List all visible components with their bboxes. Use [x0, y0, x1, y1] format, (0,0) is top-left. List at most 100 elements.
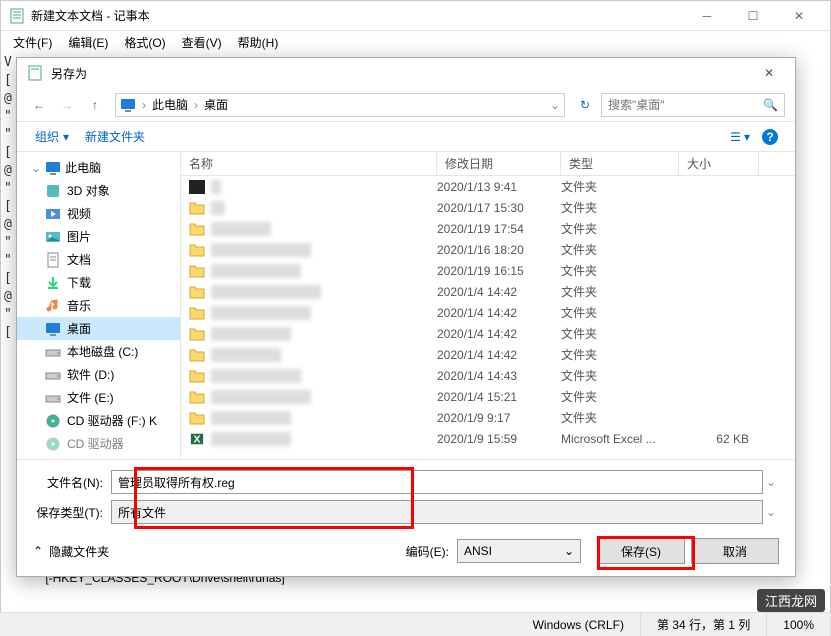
file-type: Microsoft Excel ... — [561, 432, 679, 446]
view-options-button[interactable]: ☰ ▾ — [725, 125, 755, 149]
save-button[interactable]: 保存(S) — [597, 538, 685, 564]
filename-label: 文件名(N): — [33, 474, 111, 491]
chevron-right-icon: › — [192, 98, 200, 112]
menu-edit[interactable]: 编辑(E) — [60, 32, 116, 53]
file-list-area: 名称 修改日期 类型 大小 2020/1/13 9:41 文件夹 2020/1/… — [181, 152, 795, 459]
video-icon — [45, 206, 61, 222]
blurred-filename — [211, 180, 221, 194]
file-row[interactable]: 2020/1/4 14:42 文件夹 — [181, 323, 795, 344]
menu-view[interactable]: 查看(V) — [174, 32, 230, 53]
encoding-select[interactable]: ANSI ⌄ — [457, 539, 581, 563]
close-button[interactable]: ✕ — [776, 1, 822, 31]
cd-icon — [45, 413, 61, 429]
sidebar-item-3d[interactable]: 3D 对象 — [17, 179, 180, 202]
blurred-filename — [211, 327, 291, 341]
cancel-button[interactable]: 取消 — [691, 538, 779, 564]
folder-icon — [189, 201, 205, 215]
file-row[interactable]: 2020/1/4 14:43 文件夹 — [181, 365, 795, 386]
file-type: 文件夹 — [561, 304, 679, 321]
search-input[interactable] — [608, 98, 763, 112]
menu-help[interactable]: 帮助(H) — [230, 32, 287, 53]
dialog-close-button[interactable]: ✕ — [753, 62, 785, 84]
file-row[interactable]: 2020/1/9 9:17 文件夹 — [181, 407, 795, 428]
new-folder-button[interactable]: 新建文件夹 — [77, 124, 153, 149]
sidebar-item-music[interactable]: 音乐 — [17, 294, 180, 317]
file-row[interactable]: 2020/1/4 14:42 文件夹 — [181, 302, 795, 323]
breadcrumb-item[interactable]: 此电脑 — [148, 96, 192, 113]
file-date: 2020/1/17 15:30 — [437, 201, 561, 215]
nav-row: ← → ↑ › 此电脑 › 桌面 ⌄ ↻ 🔍 — [17, 88, 795, 122]
main-titlebar: 新建文本文档 - 记事本 ─ ☐ ✕ — [1, 1, 830, 31]
sidebar-item-documents[interactable]: 文档 — [17, 248, 180, 271]
menu-file[interactable]: 文件(F) — [5, 32, 60, 53]
back-button[interactable]: ← — [27, 93, 51, 117]
file-date: 2020/1/4 14:42 — [437, 327, 561, 341]
file-row[interactable]: 2020/1/19 16:15 文件夹 — [181, 260, 795, 281]
breadcrumb[interactable]: › 此电脑 › 桌面 ⌄ — [115, 93, 565, 117]
maximize-button[interactable]: ☐ — [730, 1, 776, 31]
file-date: 2020/1/4 14:42 — [437, 285, 561, 299]
sidebar-item-drive-c[interactable]: 本地磁盘 (C:) — [17, 340, 180, 363]
folder-icon — [189, 222, 205, 236]
file-list[interactable]: 2020/1/13 9:41 文件夹 2020/1/17 15:30 文件夹 2… — [181, 176, 795, 459]
statusbar: Windows (CRLF) 第 34 行，第 1 列 100% — [0, 612, 831, 636]
sidebar-item-desktop[interactable]: 桌面 — [17, 317, 180, 340]
watermark: 江西龙网 — [757, 589, 825, 612]
chevron-right-icon: › — [140, 98, 148, 112]
help-button[interactable]: ? — [755, 125, 785, 149]
drive-icon — [45, 367, 61, 383]
column-name[interactable]: 名称 — [181, 152, 437, 175]
excel-icon: X — [189, 432, 205, 446]
sidebar-item-drive-e[interactable]: 文件 (E:) — [17, 386, 180, 409]
sidebar[interactable]: ⌄ 此电脑 3D 对象 视频 图片 文档 下载 音乐 桌面 本地磁盘 (C:) … — [17, 152, 181, 459]
file-row[interactable]: X 2020/1/9 15:59 Microsoft Excel ... 62 … — [181, 428, 795, 449]
filetype-select[interactable]: 所有文件 — [111, 500, 763, 524]
search-icon[interactable]: 🔍 — [763, 98, 778, 112]
up-button[interactable]: ↑ — [83, 93, 107, 117]
file-row[interactable]: 2020/1/17 15:30 文件夹 — [181, 197, 795, 218]
file-date: 2020/1/4 15:21 — [437, 390, 561, 404]
status-zoom: 100% — [767, 613, 831, 636]
chevron-up-icon: ⌃ — [33, 544, 43, 558]
sidebar-item-cd[interactable]: CD 驱动器 — [17, 432, 180, 455]
breadcrumb-item[interactable]: 桌面 — [200, 96, 232, 113]
column-type[interactable]: 类型 — [561, 152, 679, 175]
organize-button[interactable]: 组织 ▾ — [27, 124, 77, 149]
file-type: 文件夹 — [561, 346, 679, 363]
column-size[interactable]: 大小 — [679, 152, 759, 175]
filename-input[interactable] — [111, 470, 763, 494]
sidebar-item-cd-f[interactable]: CD 驱动器 (F:) K — [17, 409, 180, 432]
menu-format[interactable]: 格式(O) — [116, 32, 173, 53]
file-row[interactable]: 2020/1/4 14:42 文件夹 — [181, 281, 795, 302]
svg-text:X: X — [193, 433, 200, 445]
blurred-filename — [211, 369, 301, 383]
sidebar-item-videos[interactable]: 视频 — [17, 202, 180, 225]
file-date: 2020/1/16 18:20 — [437, 243, 561, 257]
folder-icon — [189, 348, 205, 362]
column-date[interactable]: 修改日期 — [437, 152, 561, 175]
blurred-filename — [211, 222, 271, 236]
search-box[interactable]: 🔍 — [601, 93, 785, 117]
file-row[interactable]: 2020/1/4 14:42 文件夹 — [181, 344, 795, 365]
sidebar-this-pc[interactable]: ⌄ 此电脑 — [17, 156, 180, 179]
chevron-down-icon[interactable]: ⌄ — [763, 505, 779, 519]
hide-folders-toggle[interactable]: ⌃ 隐藏文件夹 — [33, 543, 109, 560]
folder-icon — [189, 411, 205, 425]
minimize-button[interactable]: ─ — [684, 1, 730, 31]
forward-button[interactable]: → — [55, 93, 79, 117]
sidebar-item-pictures[interactable]: 图片 — [17, 225, 180, 248]
file-date: 2020/1/4 14:42 — [437, 306, 561, 320]
file-row[interactable]: 2020/1/13 9:41 文件夹 — [181, 176, 795, 197]
chevron-down-icon[interactable]: ⌄ — [550, 98, 560, 112]
file-row[interactable]: 2020/1/19 17:54 文件夹 — [181, 218, 795, 239]
sidebar-item-drive-d[interactable]: 软件 (D:) — [17, 363, 180, 386]
sidebar-item-downloads[interactable]: 下载 — [17, 271, 180, 294]
file-date: 2020/1/19 16:15 — [437, 264, 561, 278]
dialog-bottom: 文件名(N): ⌄ 保存类型(T): 所有文件 ⌄ ⌃ 隐藏文件夹 编码(E):… — [17, 459, 795, 576]
refresh-button[interactable]: ↻ — [573, 93, 597, 117]
file-row[interactable]: 2020/1/16 18:20 文件夹 — [181, 239, 795, 260]
desktop-icon — [45, 321, 61, 337]
file-row[interactable]: 2020/1/4 15:21 文件夹 — [181, 386, 795, 407]
chevron-down-icon[interactable]: ⌄ — [763, 475, 779, 489]
file-date: 2020/1/9 15:59 — [437, 432, 561, 446]
